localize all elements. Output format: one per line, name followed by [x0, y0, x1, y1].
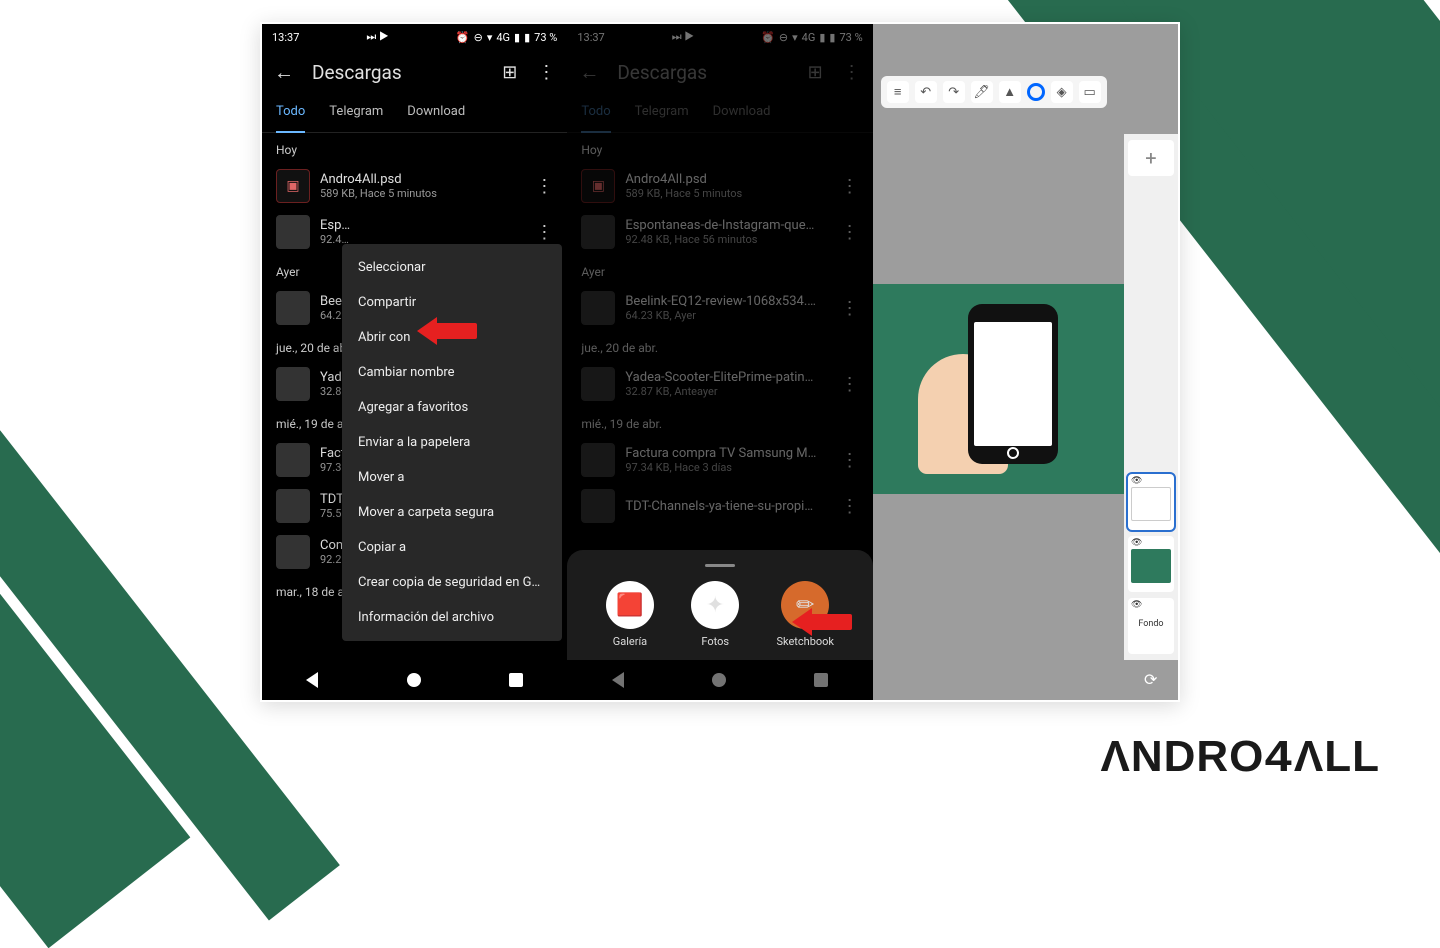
visibility-icon[interactable]: 👁 — [1131, 538, 1142, 548]
add-layer-button[interactable]: + — [1128, 140, 1174, 176]
image-thumb — [276, 443, 310, 477]
network-label: 4G — [496, 31, 510, 44]
psd-icon: ▣ — [276, 169, 310, 203]
menu-cambiar-nombre[interactable]: Cambiar nombre — [342, 355, 562, 390]
dnd-icon: ⊖ — [474, 31, 483, 44]
battery-icon: ▮ — [524, 31, 530, 44]
layers-panel: + 👁 👁 👁 Fondo — [1124, 134, 1178, 660]
drag-handle[interactable] — [705, 564, 735, 567]
section-label: Hoy — [262, 133, 567, 163]
menu-seleccionar[interactable]: Seleccionar — [342, 250, 562, 285]
back-button[interactable]: ← — [274, 60, 294, 85]
menu-icon[interactable]: ≡ — [887, 81, 909, 103]
screenshot-panel: 13:37 ⏭ ▶ ⏰ ⊖ ▾ 4G ▮ ▮ 73 % ← Descargas … — [260, 22, 1180, 702]
tabs: Todo Telegram Download — [262, 94, 567, 133]
image-thumb — [276, 367, 310, 401]
sketch-toolbar: ≡ ↶ ↷ 🖊 ▲ ◈ ▭ — [881, 76, 1107, 108]
grid-view-icon[interactable]: ⊞ — [502, 62, 517, 83]
row-overflow-icon[interactable]: ⋮ — [521, 222, 567, 243]
phone-3: ≡ ↶ ↷ 🖊 ▲ ◈ ▭ + 👁 👁 — [873, 24, 1178, 700]
file-row[interactable]: ▣ Andro4All.psd589 KB, Hace 5 minutos ⋮ — [262, 163, 567, 209]
overflow-icon[interactable]: ⋮ — [537, 62, 555, 83]
redo-icon[interactable]: ↷ — [943, 81, 965, 103]
sync-icon[interactable]: ⟳ — [1144, 670, 1164, 690]
share-app-fotos[interactable]: ✦ Fotos — [691, 581, 739, 648]
image-thumb — [276, 291, 310, 325]
menu-copiar-a[interactable]: Copiar a — [342, 530, 562, 565]
menu-mover-a[interactable]: Mover a — [342, 460, 562, 495]
tab-telegram[interactable]: Telegram — [329, 94, 383, 132]
wifi-icon: ▾ — [487, 31, 493, 44]
layer-thumb[interactable]: 👁 — [1128, 536, 1174, 592]
nav-recent[interactable] — [509, 673, 523, 687]
signal-icon: ▮ — [514, 31, 520, 44]
brush-icon[interactable]: ▲ — [999, 81, 1021, 103]
undo-icon[interactable]: ↶ — [915, 81, 937, 103]
menu-copia-seguridad[interactable]: Crear copia de seguridad en Goog… — [342, 565, 562, 600]
file-name: Andro4All.psd — [320, 172, 511, 187]
nav-back[interactable] — [306, 672, 318, 688]
menu-agregar-favoritos[interactable]: Agregar a favoritos — [342, 390, 562, 425]
nav-bar — [262, 660, 567, 700]
row-overflow-icon[interactable]: ⋮ — [521, 176, 567, 197]
phone-1: 13:37 ⏭ ▶ ⏰ ⊖ ▾ 4G ▮ ▮ 73 % ← Descargas … — [262, 24, 567, 700]
context-menu: Seleccionar Compartir Abrir con Cambiar … — [342, 244, 562, 641]
status-time: 13:37 — [272, 31, 299, 44]
status-bar: 13:37 ⏭ ▶ ⏰ ⊖ ▾ 4G ▮ ▮ 73 % — [262, 24, 567, 50]
menu-enviar-papelera[interactable]: Enviar a la papelera — [342, 425, 562, 460]
canvas-icon[interactable]: ▭ — [1079, 81, 1101, 103]
brand-logo: ΛNDRO 4 ΛLL — [1101, 732, 1381, 782]
nav-home[interactable] — [407, 673, 421, 687]
visibility-icon[interactable]: 👁 — [1131, 476, 1142, 486]
file-name: Esp… — [320, 218, 511, 233]
page-title: Descargas — [312, 61, 484, 84]
share-sheet: 🟥 Galería ✦ Fotos ✏ Sketchbook — [567, 550, 872, 660]
image-thumb — [276, 489, 310, 523]
battery-label: 73 % — [534, 31, 557, 44]
layer-thumb[interactable]: 👁 — [1128, 474, 1174, 530]
canvas[interactable] — [873, 284, 1124, 494]
arrow-indicator — [792, 608, 852, 636]
menu-compartir[interactable]: Compartir — [342, 285, 562, 320]
image-thumb — [276, 535, 310, 569]
canvas-artwork — [918, 304, 1078, 474]
arrow-indicator — [417, 317, 477, 345]
phone-2: 13:37 ⏭ ▶ ⏰ ⊖ ▾ 4G ▮ ▮ 73 % ← Descargas … — [567, 24, 872, 700]
layers-icon[interactable]: ◈ — [1051, 81, 1073, 103]
tab-todo[interactable]: Todo — [276, 94, 305, 133]
layer-fondo[interactable]: 👁 Fondo — [1128, 598, 1174, 654]
menu-mover-carpeta-segura[interactable]: Mover a carpeta segura — [342, 495, 562, 530]
app-bar: ← Descargas ⊞ ⋮ — [262, 50, 567, 94]
menu-informacion[interactable]: Información del archivo — [342, 600, 562, 635]
alarm-icon: ⏰ — [456, 31, 470, 44]
pen-icon[interactable]: 🖊 — [971, 81, 993, 103]
file-meta: 589 KB, Hace 5 minutos — [320, 187, 511, 200]
status-left-icons: ⏭ ▶ — [366, 30, 388, 44]
image-thumb — [276, 215, 310, 249]
share-app-galeria[interactable]: 🟥 Galería — [606, 581, 654, 648]
visibility-icon[interactable]: 👁 — [1131, 600, 1142, 610]
tab-download[interactable]: Download — [407, 94, 465, 132]
color-ring-icon[interactable] — [1027, 83, 1045, 101]
